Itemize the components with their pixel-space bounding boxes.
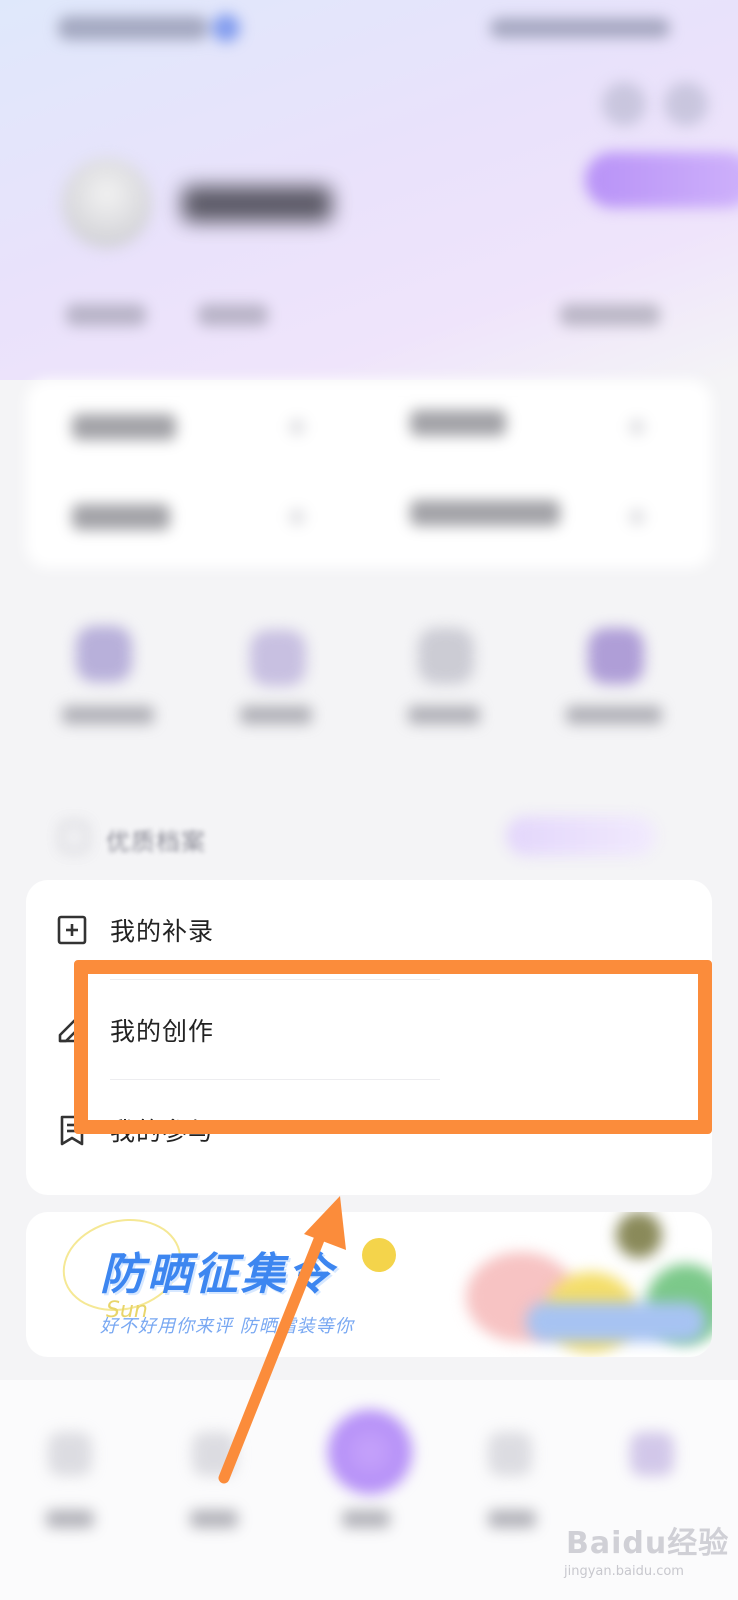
watermark-url: jingyan.baidu.com bbox=[564, 1564, 684, 1579]
watermark-brand: Baidu经验 bbox=[566, 1526, 730, 1561]
watermark: Baidu经验 jingyan.baidu.com bbox=[560, 1516, 730, 1586]
annotation-arrow bbox=[218, 1196, 346, 1484]
